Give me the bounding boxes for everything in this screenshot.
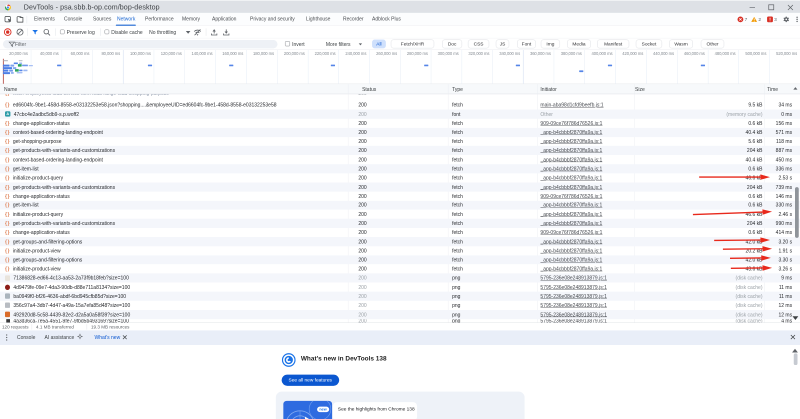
svg-text:3: 3	[774, 17, 777, 23]
svg-text:2: 2	[758, 17, 761, 23]
svg-text:7: 7	[745, 17, 748, 23]
